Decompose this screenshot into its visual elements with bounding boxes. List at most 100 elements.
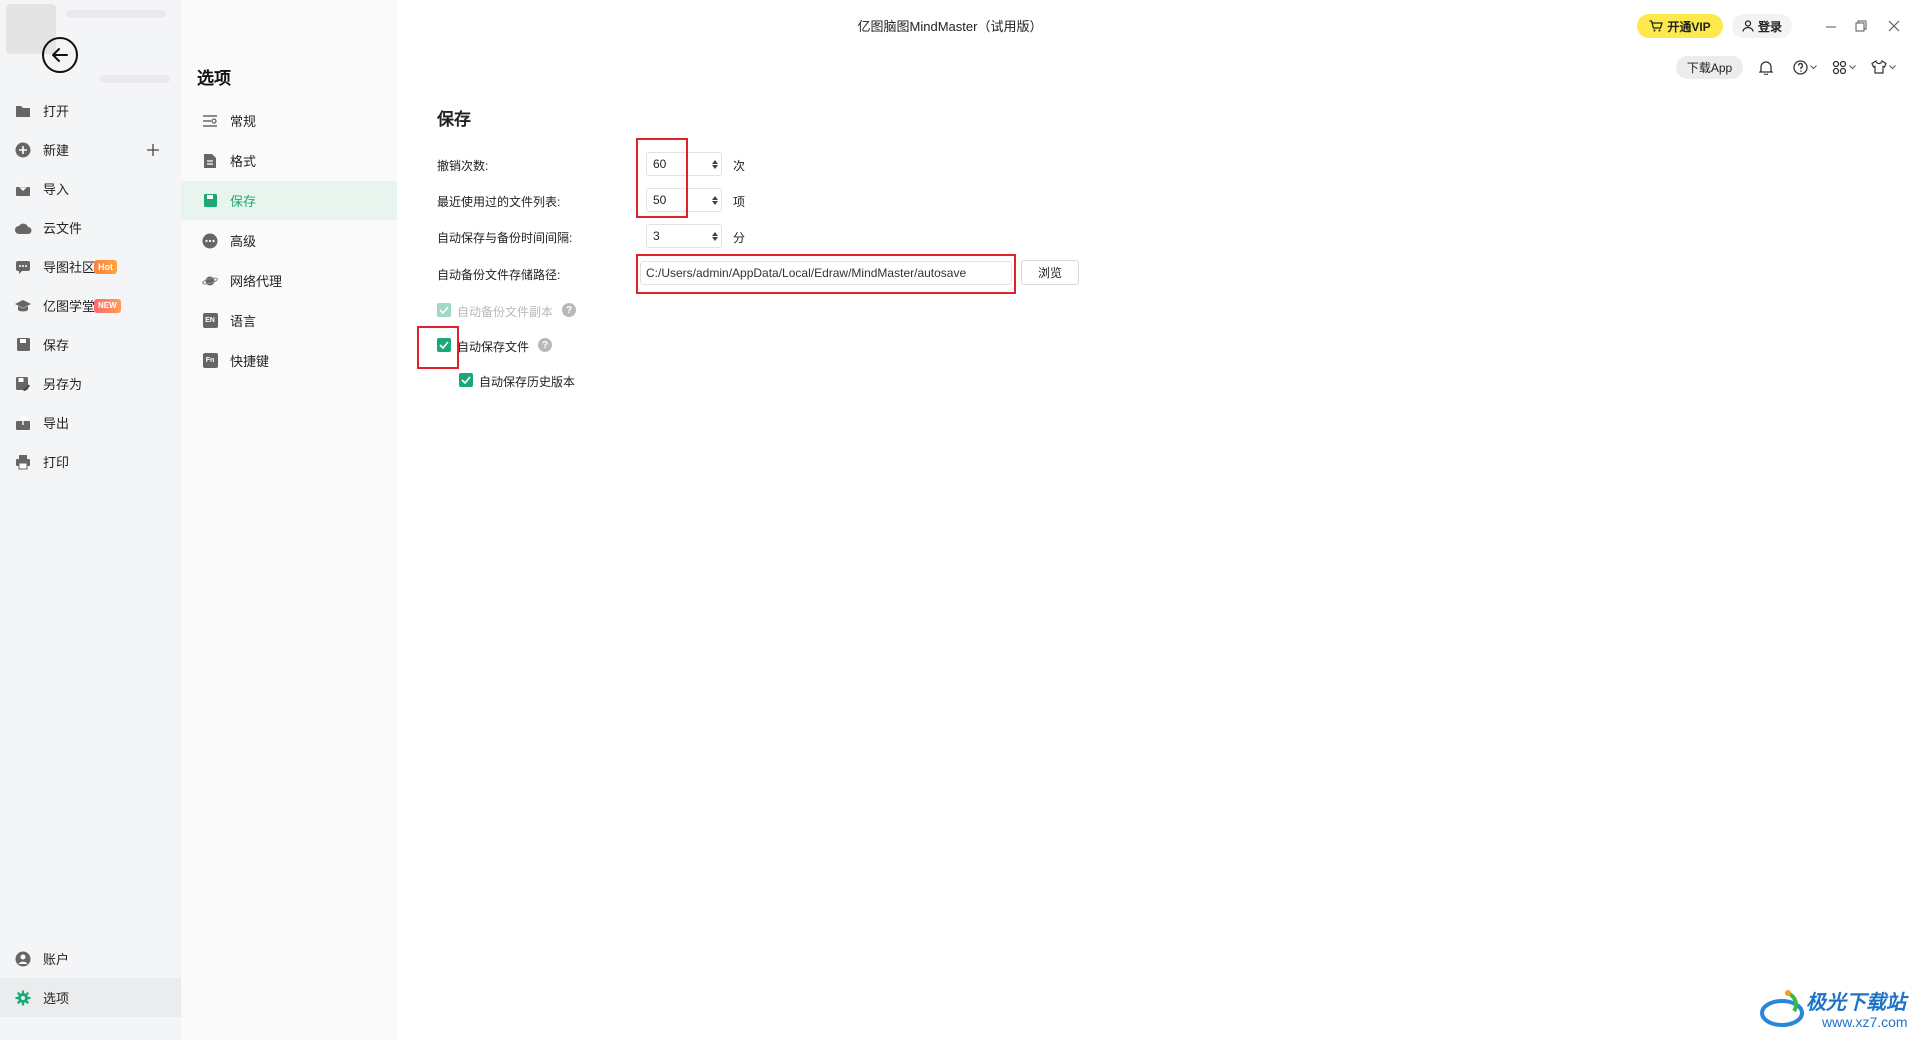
graduation-cap-icon (14, 297, 32, 315)
chevron-down-icon (1889, 64, 1896, 69)
options-item-label: 网络代理 (230, 274, 283, 289)
restore-button[interactable] (1852, 17, 1870, 35)
options-item-format[interactable]: 格式 (181, 141, 397, 180)
options-item-label: 格式 (230, 154, 257, 169)
arrow-left-icon (52, 48, 68, 62)
sidebar-item-label: 导出 (43, 416, 70, 431)
options-panel: 选项 常规 格式 保存 高级 网络代理 EN 语言 Fn 快捷键 (181, 0, 397, 1040)
checkmark-icon (439, 306, 449, 314)
sidebar-item-community[interactable]: 导图社区 Hot (0, 247, 181, 286)
autosave-history-checkbox[interactable] (459, 373, 473, 387)
undo-count-label: 撤销次数: (437, 159, 489, 173)
help-menu-button[interactable] (1793, 58, 1817, 76)
watermark-logo: 极光下载站 www.xz7.com (1760, 985, 1916, 1035)
vip-button[interactable]: 开通VIP (1637, 14, 1723, 38)
community-icon (14, 258, 32, 276)
caret-down-icon (712, 236, 718, 241)
sidebar-item-print[interactable]: 打印 (0, 442, 181, 481)
sidebar-item-account[interactable]: 账户 (0, 939, 181, 978)
cloud-icon (14, 219, 32, 237)
backup-copy-label: 自动备份文件副本 (457, 305, 554, 319)
autosave-interval-value: 3 (653, 229, 660, 243)
plus-circle-icon (14, 141, 32, 159)
notification-button[interactable] (1759, 58, 1773, 76)
blurred-line (100, 75, 170, 83)
sidebar-item-label: 打印 (43, 455, 70, 470)
login-button[interactable]: 登录 (1732, 14, 1792, 38)
save-icon (202, 193, 218, 209)
bell-icon (1759, 60, 1773, 75)
browse-button[interactable]: 浏览 (1021, 260, 1079, 285)
sidebar-item-cloud[interactable]: 云文件 (0, 208, 181, 247)
sidebar-item-label: 导入 (43, 182, 70, 197)
sidebar-item-import[interactable]: 导入 (0, 169, 181, 208)
sidebar-item-label: 选项 (43, 991, 70, 1006)
sidebar-item-open[interactable]: 打开 (0, 91, 181, 130)
autosave-interval-input[interactable]: 3 (646, 224, 722, 248)
export-icon (14, 414, 32, 432)
undo-count-stepper[interactable] (709, 153, 721, 175)
section-title: 保存 (437, 110, 471, 129)
autosave-interval-stepper[interactable] (709, 225, 721, 247)
minimize-icon (1826, 26, 1836, 28)
user-outline-icon (1742, 20, 1754, 32)
options-item-shortcut[interactable]: Fn 快捷键 (181, 341, 397, 380)
options-item-language[interactable]: EN 语言 (181, 301, 397, 340)
undo-count-unit: 次 (733, 159, 746, 173)
options-title: 选项 (197, 69, 231, 88)
apps-menu-button[interactable] (1832, 58, 1856, 76)
sidebar-item-options[interactable]: 选项 (0, 978, 181, 1017)
caret-up-icon (712, 159, 718, 164)
recent-files-stepper[interactable] (709, 189, 721, 211)
highlight-box-autosave (417, 326, 459, 369)
minimize-button[interactable] (1822, 17, 1840, 35)
checkmark-icon (461, 376, 471, 384)
highlight-box-counts (636, 138, 688, 218)
download-app-button[interactable]: 下载App (1676, 56, 1743, 79)
save-icon (14, 336, 32, 354)
backup-copy-help-icon[interactable]: ? (562, 303, 576, 317)
window-title: 亿图脑图MindMaster（试用版） (857, 19, 1043, 34)
printer-icon (14, 453, 32, 471)
restore-icon (1855, 20, 1867, 32)
add-new-button[interactable] (145, 142, 161, 158)
options-item-save[interactable]: 保存 (181, 181, 397, 220)
chevron-down-icon (1810, 64, 1817, 69)
sidebar-item-save[interactable]: 保存 (0, 325, 181, 364)
sidebar-item-new[interactable]: 新建 (0, 130, 181, 169)
back-button[interactable] (42, 37, 78, 73)
chevron-down-icon (1849, 64, 1856, 69)
app-window: 打开 新建 导入 云文件 导图社区 Hot 亿图学堂 NEW 保存 另存为 导出… (0, 0, 1920, 1040)
shortcut-icon: Fn (202, 353, 218, 369)
sidebar-item-label: 云文件 (43, 221, 83, 236)
backup-path-label: 自动备份文件存储路径: (437, 268, 561, 282)
autosave-help-icon[interactable]: ? (538, 338, 552, 352)
planet-icon (202, 273, 218, 289)
save-as-icon (14, 375, 32, 393)
plus-icon (147, 143, 159, 156)
sidebar-item-label: 账户 (43, 952, 70, 967)
new-badge: NEW (94, 298, 121, 313)
backup-copy-checkbox[interactable] (437, 303, 451, 317)
close-button[interactable] (1885, 17, 1903, 35)
watermark-url: www.xz7.com (1822, 1014, 1908, 1030)
autosave-history-label: 自动保存历史版本 (479, 375, 576, 389)
close-icon (1888, 20, 1900, 32)
sidebar-item-academy[interactable]: 亿图学堂 NEW (0, 286, 181, 325)
autosave-label: 自动保存文件 (457, 340, 530, 354)
sidebar-item-label: 打开 (43, 104, 70, 119)
sidebar-item-save-as[interactable]: 另存为 (0, 364, 181, 403)
sidebar-item-label: 导图社区 (43, 260, 96, 275)
options-item-general[interactable]: 常规 (181, 101, 397, 140)
options-item-proxy[interactable]: 网络代理 (181, 261, 397, 300)
options-item-advanced[interactable]: 高级 (181, 221, 397, 260)
hot-badge: Hot (94, 259, 117, 274)
more-icon (202, 233, 218, 249)
gear-icon (14, 989, 32, 1007)
language-icon: EN (202, 313, 218, 329)
sidebar-item-export[interactable]: 导出 (0, 403, 181, 442)
skin-menu-button[interactable] (1871, 58, 1896, 76)
sidebar-item-label: 新建 (43, 143, 70, 158)
sidebar-item-label: 亿图学堂 (43, 299, 96, 314)
autosave-interval-label: 自动保存与备份时间间隔: (437, 231, 573, 245)
